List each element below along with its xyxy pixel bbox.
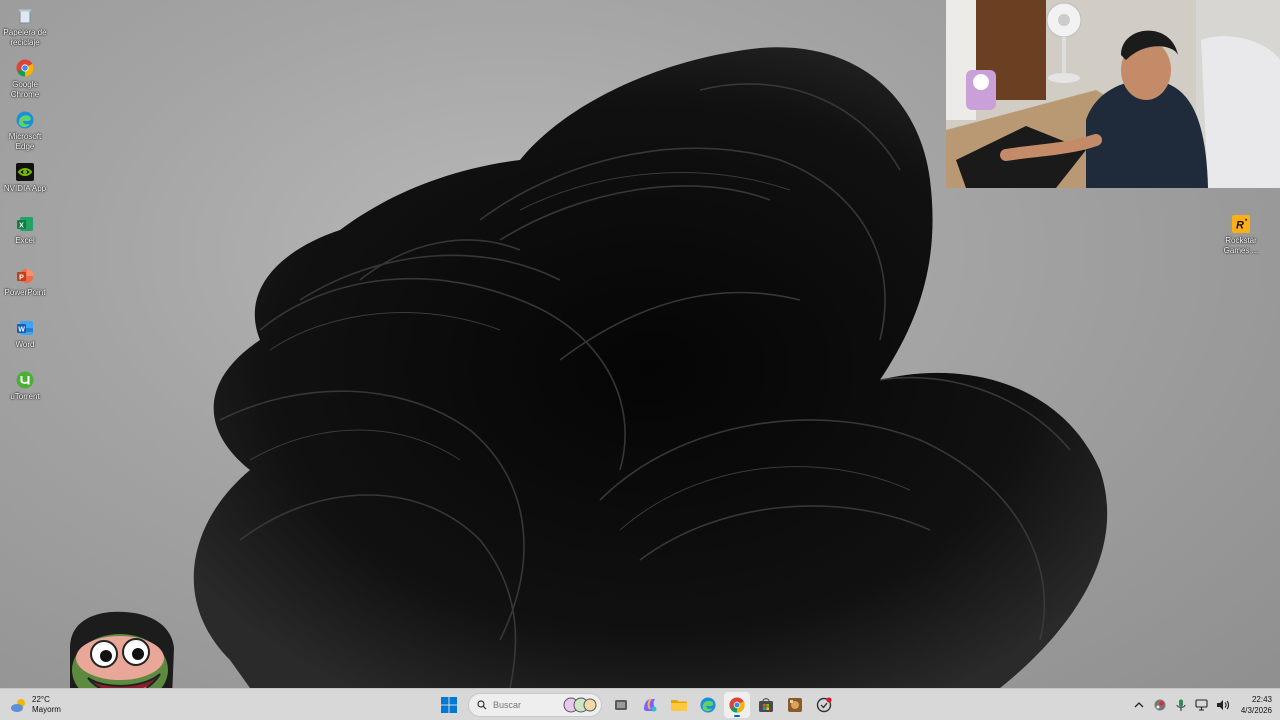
system-tray: 22:43 4/3/2026 bbox=[1132, 689, 1272, 720]
microphone-icon bbox=[1176, 699, 1186, 711]
edge-icon bbox=[700, 697, 716, 713]
network-tray-button[interactable] bbox=[1195, 698, 1209, 712]
svg-text:X: X bbox=[19, 222, 24, 229]
svg-text:W: W bbox=[18, 326, 25, 333]
webcam-overlay bbox=[946, 0, 1280, 188]
microphone-tray-button[interactable] bbox=[1174, 698, 1188, 712]
desktop-icon-word[interactable]: W Word bbox=[0, 314, 50, 364]
app-taskbar-button[interactable] bbox=[811, 692, 837, 718]
taskbar-search[interactable] bbox=[468, 693, 602, 717]
app-icon bbox=[816, 697, 832, 713]
clock-date: 4/3/2026 bbox=[1240, 706, 1272, 715]
edge-taskbar-button[interactable] bbox=[695, 692, 721, 718]
desktop-icon-utorrent[interactable]: uTorrent bbox=[0, 366, 50, 416]
windows-start-icon bbox=[441, 697, 457, 713]
desktop-icon-label: PowerPoint bbox=[4, 288, 46, 297]
desktop-icon-microsoft-edge[interactable]: Microsoft Edge bbox=[0, 106, 50, 156]
microsoft-store-icon bbox=[759, 698, 773, 712]
taskbar-clock[interactable]: 22:43 4/3/2026 bbox=[1241, 694, 1272, 716]
weather-temperature: 22°C bbox=[32, 695, 50, 704]
svg-text:P: P bbox=[19, 274, 24, 281]
start-button[interactable] bbox=[436, 692, 462, 718]
copilot-icon bbox=[644, 698, 657, 712]
desktop-icon-label: Rockstar Games ... bbox=[1223, 236, 1259, 255]
taskbar-apps bbox=[436, 689, 837, 720]
desktop-icon-label: Microsoft Edge bbox=[8, 132, 42, 151]
weather-widget[interactable]: 22°C Mayorm bbox=[10, 693, 61, 717]
file-explorer-button[interactable] bbox=[666, 692, 692, 718]
search-highlight-icon bbox=[563, 697, 597, 713]
powerpoint-icon: P bbox=[15, 266, 35, 286]
desktop-icon-label: uTorrent bbox=[10, 392, 40, 401]
taskbar: 22°C Mayorm Buscar 22:43 4/3/2026 bbox=[0, 688, 1280, 720]
partly-cloudy-icon bbox=[11, 699, 25, 712]
desktop-icon-label: Papelera de reciclaje bbox=[3, 28, 47, 47]
recycle-bin-icon bbox=[15, 6, 35, 26]
task-view-button[interactable] bbox=[608, 692, 634, 718]
desktop-icon-rockstar-games[interactable]: R * Rockstar Games ... bbox=[1216, 210, 1266, 260]
microsoft-store-button[interactable] bbox=[753, 692, 779, 718]
chrome-icon bbox=[729, 697, 745, 713]
desktop-icon-powerpoint[interactable]: P PowerPoint bbox=[0, 262, 50, 312]
steam-tray-button[interactable] bbox=[1153, 698, 1167, 712]
search-icon bbox=[477, 700, 487, 710]
svg-text:R: R bbox=[1236, 220, 1244, 232]
game-taskbar-button[interactable] bbox=[782, 692, 808, 718]
desktop-icon-label: Excel bbox=[15, 236, 35, 245]
word-icon: W bbox=[15, 318, 35, 338]
rockstar-games-icon: R * bbox=[1231, 214, 1251, 234]
desktop-icon-excel[interactable]: X Excel bbox=[0, 210, 50, 260]
volume-icon bbox=[1216, 700, 1229, 710]
clock-time: 22:43 bbox=[1251, 695, 1272, 704]
task-view-icon bbox=[615, 700, 627, 710]
file-explorer-icon bbox=[671, 700, 687, 711]
show-hidden-icons-button[interactable] bbox=[1132, 698, 1146, 712]
edge-icon bbox=[15, 110, 35, 130]
network-icon bbox=[1195, 699, 1208, 711]
desktop-icon-label: NVIDIA App bbox=[3, 184, 47, 193]
chrome-icon bbox=[15, 58, 35, 78]
chevron-up-icon bbox=[1134, 702, 1144, 708]
game-icon bbox=[788, 698, 802, 712]
copilot-button[interactable] bbox=[637, 692, 663, 718]
weather-condition: Mayorm bbox=[32, 705, 61, 714]
search-input[interactable] bbox=[493, 700, 563, 710]
desktop-icon-label: Word bbox=[15, 340, 35, 349]
desktop-icon-nvidia-app[interactable]: NVIDIA App bbox=[0, 158, 50, 208]
desktop-icon-google-chrome[interactable]: Google Chrome bbox=[0, 54, 50, 104]
desktop-icon-label: Google Chrome bbox=[10, 80, 40, 99]
excel-icon: X bbox=[15, 214, 35, 234]
desktop-icon-recycle-bin[interactable]: Papelera de reciclaje bbox=[0, 2, 50, 52]
steam-icon bbox=[1154, 699, 1166, 711]
nvidia-icon bbox=[15, 162, 35, 182]
webcam-scene bbox=[946, 0, 1280, 188]
chrome-taskbar-button[interactable] bbox=[724, 692, 750, 718]
volume-tray-button[interactable] bbox=[1216, 698, 1230, 712]
utorrent-icon bbox=[15, 370, 35, 390]
